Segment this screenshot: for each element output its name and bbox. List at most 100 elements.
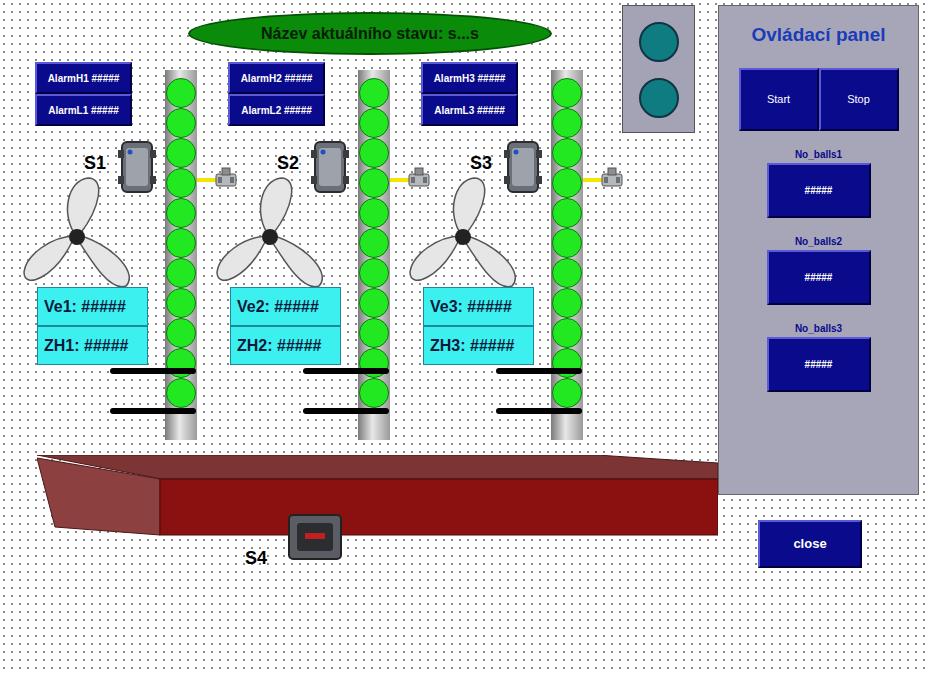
alarm-group: AlarmH1 #####AlarmL1 ##### xyxy=(35,62,132,126)
counter-value[interactable]: ##### xyxy=(767,163,871,218)
hmi-screen: Název aktuálního stavu: s...sAlarmH1 ###… xyxy=(0,0,927,673)
shelf xyxy=(303,368,389,374)
sensor xyxy=(311,140,349,194)
counter-value[interactable]: ##### xyxy=(767,250,871,305)
sensor-icon xyxy=(311,140,349,194)
light-beam xyxy=(390,178,410,182)
tube xyxy=(165,70,197,440)
value-display: Ve2: ##### xyxy=(230,287,341,326)
value-group: Ve3: #####ZH3: ##### xyxy=(423,287,534,365)
counter-value[interactable]: ##### xyxy=(767,337,871,392)
fan-icon xyxy=(406,174,518,300)
ball xyxy=(359,78,389,108)
ball xyxy=(166,318,196,348)
ball xyxy=(166,258,196,288)
ball-line: AlarmH1 #####AlarmL1 ##### S1 Ve1: #####ZH… xyxy=(20,62,213,442)
value-display: Ve1: ##### xyxy=(37,287,148,326)
alarm-display: AlarmL3 ##### xyxy=(421,94,518,126)
ball xyxy=(166,228,196,258)
value-group: Ve2: #####ZH2: ##### xyxy=(230,287,341,365)
indicator-light xyxy=(639,22,679,62)
light-beam xyxy=(197,178,217,182)
box-sensor-icon xyxy=(287,513,343,561)
light-beam xyxy=(583,178,603,182)
shelf xyxy=(110,368,196,374)
counter-label: No_balls3 xyxy=(795,323,842,335)
close-button[interactable]: close xyxy=(758,520,862,568)
ball xyxy=(552,78,582,108)
control-button[interactable]: Start xyxy=(739,68,819,131)
alarm-group: AlarmH2 #####AlarmL2 ##### xyxy=(228,62,325,126)
counter: No_balls1 ##### xyxy=(767,149,871,218)
ball xyxy=(359,228,389,258)
alarm-display: AlarmL1 ##### xyxy=(35,94,132,126)
ball xyxy=(166,288,196,318)
ball xyxy=(166,198,196,228)
sensor-icon xyxy=(504,140,542,194)
valve-icon xyxy=(600,166,624,190)
ball-line: AlarmH3 #####AlarmL3 ##### S3 Ve3: #####ZH… xyxy=(406,62,599,442)
ball xyxy=(166,168,196,198)
tube xyxy=(551,70,583,440)
value-display: ZH1: ##### xyxy=(37,326,148,365)
ball xyxy=(552,198,582,228)
value-display: ZH3: ##### xyxy=(423,326,534,365)
button-row: StartStop xyxy=(739,68,899,131)
sensor-label: S3 xyxy=(470,150,492,177)
panel-title: Ovládací panel xyxy=(751,21,885,50)
receiver xyxy=(600,166,624,190)
ball xyxy=(166,78,196,108)
fan-icon xyxy=(20,174,132,300)
ball xyxy=(359,378,389,408)
fan xyxy=(20,174,132,300)
fan-icon xyxy=(213,174,325,300)
alarm-display: AlarmH2 ##### xyxy=(228,62,325,94)
value-group: Ve1: #####ZH1: ##### xyxy=(37,287,148,365)
ball xyxy=(166,378,196,408)
lines-area: AlarmH1 #####AlarmL1 #####S1Ve1: #####ZH… xyxy=(20,62,599,442)
ball xyxy=(552,318,582,348)
ball xyxy=(359,258,389,288)
counter: No_balls3 ##### xyxy=(767,323,871,392)
sensor-label: S1 xyxy=(84,150,106,177)
ball xyxy=(359,198,389,228)
receiver xyxy=(407,166,431,190)
control-panel: Ovládací panelStartStopNo_balls1#####No_… xyxy=(718,5,919,495)
shelf xyxy=(303,408,389,414)
ball xyxy=(552,288,582,318)
counter-label: No_balls2 xyxy=(795,236,842,248)
ball xyxy=(359,138,389,168)
alarm-display: AlarmL2 ##### xyxy=(228,94,325,126)
shelf xyxy=(496,368,582,374)
ball xyxy=(359,288,389,318)
fan xyxy=(406,174,518,300)
valve-icon xyxy=(407,166,431,190)
crate-icon xyxy=(37,455,718,537)
counter-label: No_balls1 xyxy=(795,149,842,161)
ball xyxy=(552,168,582,198)
sensor xyxy=(118,140,156,194)
receiver xyxy=(214,166,238,190)
tube xyxy=(358,70,390,440)
ball xyxy=(166,138,196,168)
ball xyxy=(552,258,582,288)
sensor-icon xyxy=(118,140,156,194)
sensor-label: S4 xyxy=(245,545,267,572)
ball xyxy=(359,108,389,138)
control-button[interactable]: Stop xyxy=(819,68,899,131)
counter: No_balls2 ##### xyxy=(767,236,871,305)
fan xyxy=(213,174,325,300)
shelf xyxy=(110,408,196,414)
shelf xyxy=(496,408,582,414)
ball xyxy=(359,318,389,348)
value-display: ZH2: ##### xyxy=(230,326,341,365)
ball xyxy=(552,138,582,168)
ball xyxy=(552,108,582,138)
lights-panel xyxy=(622,5,695,133)
alarm-group: AlarmH3 #####AlarmL3 ##### xyxy=(421,62,518,126)
valve-icon xyxy=(214,166,238,190)
indicator-light xyxy=(639,78,679,118)
alarm-display: AlarmH1 ##### xyxy=(35,62,132,94)
ball-line: AlarmH2 #####AlarmL2 #####S2Ve2: #####ZH… xyxy=(213,62,406,442)
ball xyxy=(359,168,389,198)
